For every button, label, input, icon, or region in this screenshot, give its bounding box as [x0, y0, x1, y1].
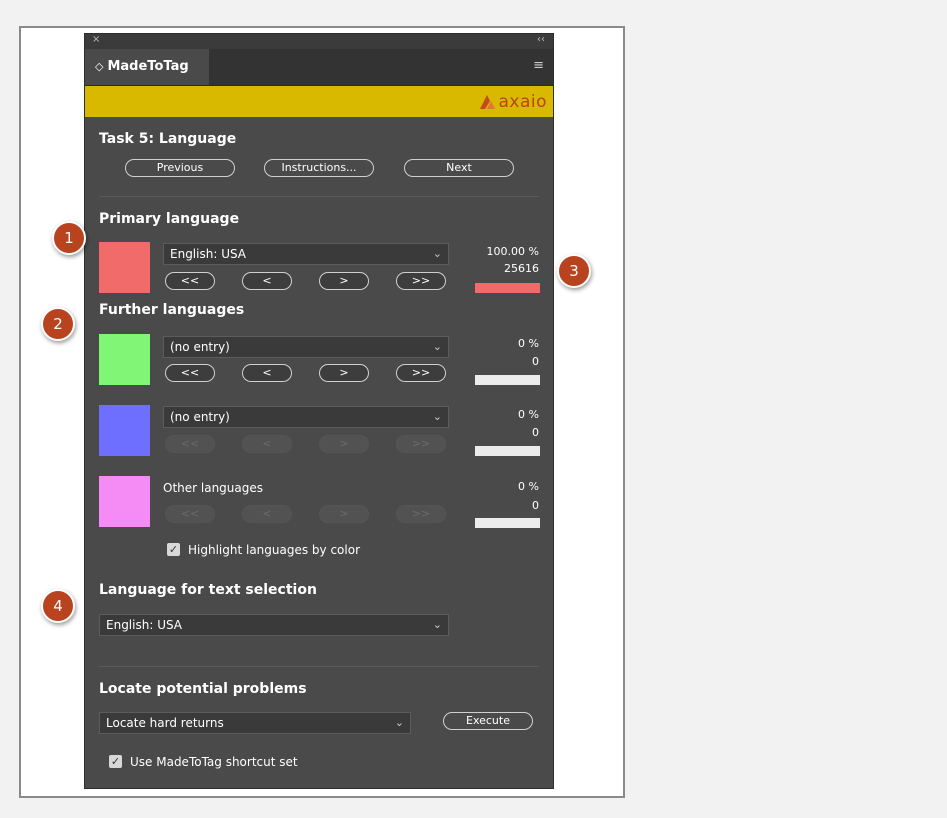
madetotag-panel: × ‹‹ ◇ MadeToTag ≡ axaio Task 5: Language… [84, 33, 554, 789]
tab-bar: ◇ MadeToTag ≡ [85, 49, 553, 86]
further-2-percent: 0 % [518, 408, 539, 421]
execute-button[interactable]: Execute [443, 712, 533, 730]
highlight-label: Highlight languages by color [188, 543, 361, 557]
further-1-first-button[interactable]: << [165, 364, 215, 382]
primary-percent: 100.00 % [486, 245, 539, 258]
callout-4: 4 [41, 589, 75, 623]
panel-menu-icon[interactable]: ≡ [533, 58, 544, 73]
further-2-language-select[interactable]: (no entry) ⌄ [163, 406, 449, 428]
text-selection-language-select[interactable]: English: USA ⌄ [99, 614, 449, 636]
primary-next-button[interactable]: > [319, 272, 369, 290]
primary-prev-button[interactable]: < [242, 272, 292, 290]
primary-count: 25616 [504, 262, 539, 275]
previous-button[interactable]: Previous [125, 159, 235, 177]
highlight-checkbox[interactable]: ✓ [167, 543, 180, 556]
instructions-button[interactable]: Instructions... [264, 159, 374, 177]
panel-title-bar: × ‹‹ [85, 34, 553, 49]
other-languages-label: Other languages [163, 481, 264, 495]
next-button[interactable]: Next [404, 159, 514, 177]
task-title: Task 5: Language [99, 131, 237, 147]
divider [99, 196, 539, 197]
primary-last-button[interactable]: >> [396, 272, 446, 290]
primary-language-value: English: USA [170, 247, 247, 261]
further-1-language-value: (no entry) [170, 340, 230, 354]
primary-language-select[interactable]: English: USA ⌄ [163, 243, 449, 265]
other-next-button[interactable]: > [319, 505, 369, 523]
tab-title: MadeToTag [107, 59, 189, 74]
further-2-count: 0 [532, 426, 539, 439]
text-selection-language-value: English: USA [106, 618, 183, 632]
further-2-progress-bar [475, 446, 540, 456]
further-1-percent: 0 % [518, 337, 539, 350]
other-color-swatch [99, 476, 150, 527]
chevron-down-icon: ⌄ [432, 618, 442, 631]
primary-color-swatch [99, 242, 150, 293]
chevron-down-icon: ⌄ [432, 247, 442, 260]
callout-3: 3 [557, 254, 591, 288]
further-1-progress-bar [475, 375, 540, 385]
tab-madetotag[interactable]: ◇ MadeToTag [85, 49, 209, 85]
further-1-next-button[interactable]: > [319, 364, 369, 382]
shortcut-label: Use MadeToTag shortcut set [130, 755, 298, 769]
axaio-logo-text: axaio [498, 92, 547, 112]
text-selection-heading: Language for text selection [99, 582, 317, 598]
further-languages-heading: Further languages [99, 302, 245, 318]
axaio-logo-mark-icon [477, 92, 497, 112]
brand-bar: axaio [85, 86, 553, 117]
other-percent: 0 % [518, 480, 539, 493]
other-count: 0 [532, 499, 539, 512]
further-2-first-button[interactable]: << [165, 435, 215, 453]
further-1-prev-button[interactable]: < [242, 364, 292, 382]
locate-problems-heading: Locate potential problems [99, 681, 307, 697]
divider [99, 666, 539, 667]
chevron-down-icon: ⌄ [432, 410, 442, 423]
chevron-down-icon: ⌄ [432, 340, 442, 353]
further-2-last-button[interactable]: >> [396, 435, 446, 453]
other-prev-button[interactable]: < [242, 505, 292, 523]
further-1-count: 0 [532, 355, 539, 368]
callout-2: 2 [41, 307, 75, 341]
primary-first-button[interactable]: << [165, 272, 215, 290]
shortcut-checkbox[interactable]: ✓ [109, 755, 122, 768]
primary-language-heading: Primary language [99, 211, 240, 227]
other-first-button[interactable]: << [165, 505, 215, 523]
further-2-language-value: (no entry) [170, 410, 230, 424]
locate-problems-select[interactable]: Locate hard returns ⌄ [99, 712, 411, 734]
further-1-last-button[interactable]: >> [396, 364, 446, 382]
primary-progress-bar [475, 283, 540, 293]
other-last-button[interactable]: >> [396, 505, 446, 523]
collapse-icon[interactable]: ‹‹ [537, 34, 545, 45]
further-1-color-swatch [99, 334, 150, 385]
further-1-language-select[interactable]: (no entry) ⌄ [163, 336, 449, 358]
close-icon[interactable]: × [92, 34, 100, 45]
further-2-color-swatch [99, 405, 150, 456]
further-2-prev-button[interactable]: < [242, 435, 292, 453]
other-progress-bar [475, 518, 540, 528]
locate-problems-value: Locate hard returns [106, 716, 224, 730]
chevron-down-icon: ⌄ [394, 716, 404, 729]
further-2-next-button[interactable]: > [319, 435, 369, 453]
callout-1: 1 [52, 221, 86, 255]
tab-arrow-icon: ◇ [95, 60, 104, 73]
axaio-logo: axaio [477, 90, 547, 114]
